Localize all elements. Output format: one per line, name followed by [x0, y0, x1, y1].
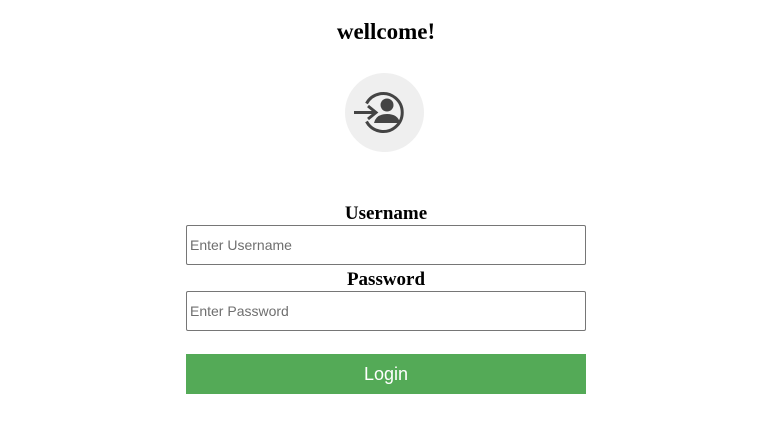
- avatar: [345, 73, 424, 152]
- password-label: Password: [346, 269, 426, 290]
- login-user-icon: [354, 92, 404, 133]
- login-form: Username Password: [186, 203, 586, 331]
- page-title: wellcome!: [336, 19, 436, 44]
- password-input[interactable]: [186, 291, 586, 331]
- login-button[interactable]: Login: [186, 354, 586, 394]
- username-input[interactable]: [186, 225, 586, 265]
- username-label: Username: [344, 203, 428, 224]
